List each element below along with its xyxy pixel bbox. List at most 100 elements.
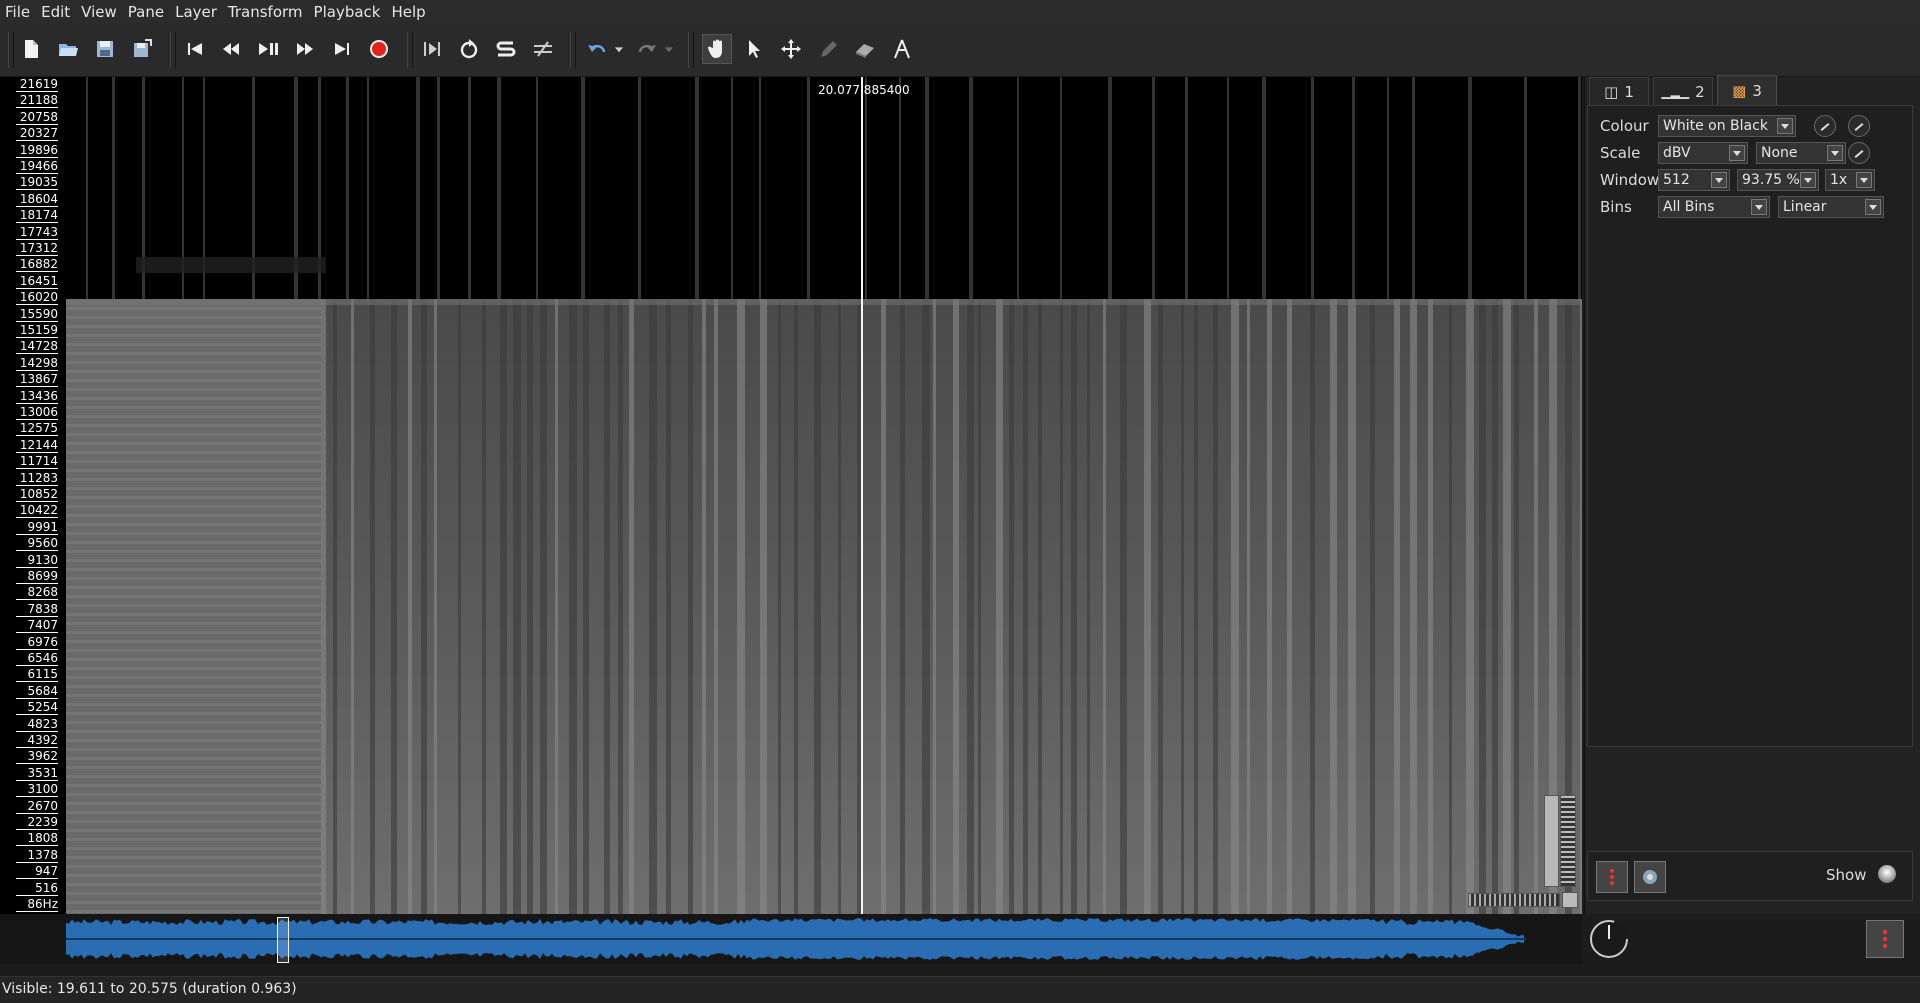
window-size-select[interactable]: 512 [1658, 169, 1730, 191]
vertical-zoom-wheel[interactable] [1560, 795, 1576, 887]
tab-label: 3 [1752, 81, 1762, 100]
pane-menu-button[interactable] [1866, 920, 1904, 958]
frequency-tick-label: 19466 [16, 160, 58, 174]
frequency-tick-label: 17743 [16, 225, 58, 240]
window-overlap-value: 93.75 % [1742, 172, 1800, 188]
frequency-scale-select[interactable]: Linear [1778, 196, 1884, 218]
normalize-select[interactable]: None [1756, 142, 1846, 164]
frequency-tick-label: 17312 [16, 242, 58, 256]
frequency-tick-label: 7838 [16, 602, 58, 617]
play-pause-icon [259, 43, 278, 55]
rewind-start-button[interactable] [180, 34, 210, 64]
frequency-tick-label: 11714 [16, 455, 58, 470]
frequency-tick-label: 13867 [16, 373, 58, 388]
frequency-tick-label: 1808 [16, 832, 58, 847]
spectrogram-view[interactable]: 20.077 885400 [66, 77, 1582, 914]
pane-tabs: ◫ 1 ▁▂▁ 2 ▩ 3 [1589, 75, 1781, 105]
spectrogram-pane[interactable]: 21619 21188 20758 20327 19896 19466 19035 18604… [0, 77, 1582, 914]
menu-help[interactable]: Help [386, 0, 431, 24]
horizontal-zoom-wheel[interactable] [1468, 893, 1560, 907]
layer-properties: Colour White on Black Scale dBV None Win… [1587, 105, 1913, 747]
open-button[interactable] [53, 34, 83, 64]
chevron-down-icon [1856, 172, 1872, 188]
frequency-tick-label: 9991 [16, 520, 58, 535]
menu-file[interactable]: File [0, 0, 36, 24]
tab-ruler[interactable]: ▁▂▁ 2 [1653, 77, 1713, 105]
window-overlap-select[interactable]: 93.75 % [1737, 169, 1819, 191]
rewind-button[interactable] [216, 34, 246, 64]
spectrogram-icon: ▩ [1732, 81, 1747, 100]
layer-menu-button[interactable] [1596, 861, 1628, 893]
redo-button[interactable] [632, 34, 662, 64]
colour-label: Colour [1600, 117, 1649, 135]
play-pause-button[interactable] [253, 34, 283, 64]
navigate-tool-button[interactable] [702, 34, 732, 64]
loop-button[interactable] [454, 34, 484, 64]
frequency-tick-label: 21619 [16, 78, 58, 92]
undo-button[interactable] [582, 34, 612, 64]
frequency-tick-label: 516 [16, 881, 58, 896]
constrain-playback-button[interactable] [417, 34, 447, 64]
frequency-tick-label: 9560 [16, 537, 58, 552]
tab-spectrogram[interactable]: ▩ 3 [1717, 75, 1777, 105]
frequency-tick-label: 3100 [16, 783, 58, 798]
status-text: Visible: 19.611 to 20.575 (duration 0.96… [2, 981, 297, 997]
speedup-button[interactable] [528, 34, 558, 64]
measure-tool-button[interactable] [887, 34, 917, 64]
save-button[interactable] [90, 34, 120, 64]
solo-button[interactable] [491, 34, 521, 64]
menu-layer[interactable]: Layer [170, 0, 223, 24]
move-tool-button[interactable] [776, 34, 806, 64]
frequency-tick-label: 10422 [16, 504, 58, 519]
ruler-icon: ▁▂▁ [1661, 84, 1690, 99]
loop-icon [460, 39, 478, 59]
select-tool-button[interactable] [739, 34, 769, 64]
undo-menu-button[interactable] [610, 34, 628, 64]
frequency-scale: 21619 21188 20758 20327 19896 19466 19035 18604… [0, 77, 68, 914]
gain-dial[interactable] [1848, 142, 1870, 164]
frequency-tick-label: 11283 [16, 471, 58, 486]
frequency-tick-label: 14298 [16, 356, 58, 371]
measure-tool-icon [894, 39, 910, 59]
redo-menu-button[interactable] [660, 34, 678, 64]
menu-playback[interactable]: Playback [309, 0, 387, 24]
fast-forward-button[interactable] [290, 34, 320, 64]
frequency-tick-label: 2239 [16, 816, 58, 830]
bins-value: All Bins [1663, 199, 1715, 215]
playback-gain-dial[interactable] [1588, 918, 1630, 960]
layer-play-button[interactable] [1634, 861, 1666, 893]
colour-threshold-dial[interactable] [1848, 115, 1870, 137]
scale-select[interactable]: dBV [1658, 142, 1748, 164]
vertical-zoom-slider[interactable] [1544, 795, 1559, 887]
frequency-tick-label: 86Hz [16, 898, 58, 912]
oversample-select[interactable]: 1x [1825, 169, 1875, 191]
overview-view-rectangle[interactable] [277, 917, 289, 963]
record-button[interactable] [364, 34, 394, 64]
fast-forward-icon [297, 43, 313, 55]
oversample-value: 1x [1830, 172, 1848, 188]
colour-select[interactable]: White on Black [1658, 115, 1796, 137]
erase-tool-button[interactable] [850, 34, 880, 64]
menu-view[interactable]: View [76, 0, 123, 24]
zoom-reset-button[interactable] [1562, 892, 1578, 908]
frequency-tick-label: 4823 [16, 717, 58, 732]
new-document-button[interactable] [16, 34, 46, 64]
overview-pane[interactable] [0, 914, 1582, 964]
tab-pane[interactable]: ◫ 1 [1589, 77, 1649, 105]
show-toggle[interactable] [1878, 865, 1896, 883]
frequency-tick-label: 12144 [16, 438, 58, 453]
save-session-button[interactable] [127, 34, 157, 64]
frequency-tick-label: 20758 [16, 110, 58, 125]
menu-edit[interactable]: Edit [36, 0, 76, 24]
constrain-playback-icon [424, 42, 440, 56]
property-panel: ◫ 1 ▁▂▁ 2 ▩ 3 Colour White on Black Scal… [1584, 75, 1920, 914]
colour-rotation-dial[interactable] [1814, 115, 1836, 137]
draw-tool-button[interactable] [813, 34, 843, 64]
fast-forward-end-button[interactable] [327, 34, 357, 64]
chevron-down-icon [1751, 199, 1767, 215]
menu-pane[interactable]: Pane [123, 0, 170, 24]
playhead-cursor[interactable] [861, 77, 863, 914]
menu-transform[interactable]: Transform [223, 0, 309, 24]
chevron-down-icon [1827, 145, 1843, 161]
bins-select[interactable]: All Bins [1658, 196, 1770, 218]
